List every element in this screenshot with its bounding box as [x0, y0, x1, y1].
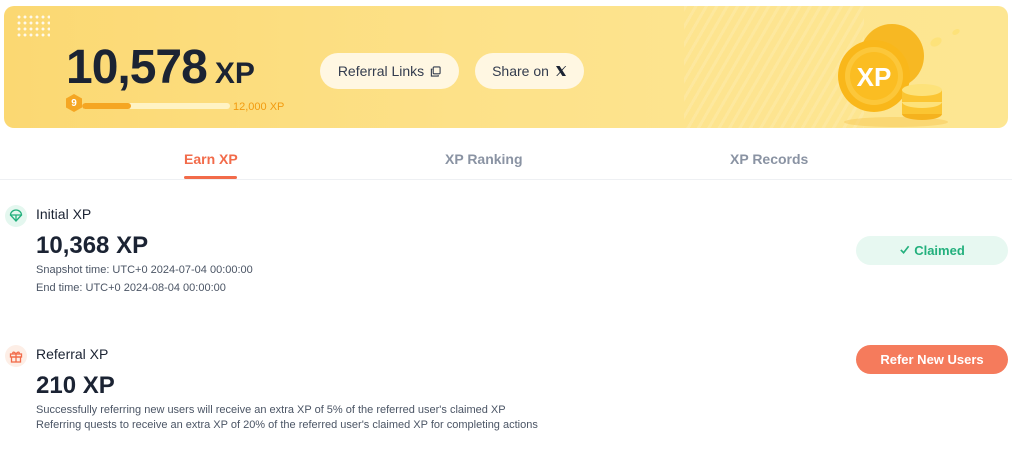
dot-pattern-decoration [16, 14, 50, 38]
xp-goal-label: 12,000 XP [233, 101, 285, 113]
end-time: End time: UTC+0 2024-08-04 00:00:00 [36, 282, 226, 294]
total-xp-value: 10,578 [66, 41, 208, 94]
referral-note-1: Successfully referring new users will re… [36, 404, 506, 416]
parachute-icon [5, 205, 27, 227]
referral-xp-value: 210 XP [36, 372, 115, 399]
claimed-label: Claimed [914, 243, 965, 258]
initial-xp-value: 10,368 XP [36, 232, 149, 259]
coin-label: XP [857, 62, 892, 92]
gift-icon [5, 345, 27, 367]
tab-xp-records[interactable]: XP Records [730, 151, 808, 167]
referral-xp-title: Referral XP [36, 346, 109, 362]
total-xp-unit: XP [214, 57, 255, 90]
snapshot-time: Snapshot time: UTC+0 2024-07-04 00:00:00 [36, 264, 253, 276]
share-on-x-button[interactable]: Share on [475, 53, 584, 89]
initial-xp-title: Initial XP [36, 206, 92, 222]
x-logo-icon [555, 65, 567, 77]
xp-coins-illustration: XP [838, 24, 960, 127]
referral-links-button[interactable]: Referral Links [320, 53, 459, 89]
xp-tabs: Earn XP XP Ranking XP Records [0, 128, 1012, 180]
copy-icon [430, 65, 441, 77]
referral-links-label: Referral Links [337, 63, 425, 79]
level-badge: 9 [66, 94, 82, 112]
tab-xp-ranking[interactable]: XP Ranking [445, 151, 523, 167]
active-tab-indicator [184, 176, 237, 179]
share-label: Share on [492, 63, 549, 79]
xp-banner: 10,578 XP 9 12,000 XP Referral Links Sha… [4, 6, 1008, 128]
refer-new-users-button[interactable]: Refer New Users [856, 345, 1008, 374]
check-icon [899, 243, 910, 258]
xp-progress-fill [82, 103, 131, 109]
claimed-status-button: Claimed [856, 236, 1008, 265]
tab-earn-xp[interactable]: Earn XP [184, 151, 238, 167]
referral-note-2: Referring quests to receive an extra XP … [36, 419, 538, 431]
total-xp: 10,578 XP [66, 40, 255, 95]
xp-progress-bar [82, 103, 230, 109]
